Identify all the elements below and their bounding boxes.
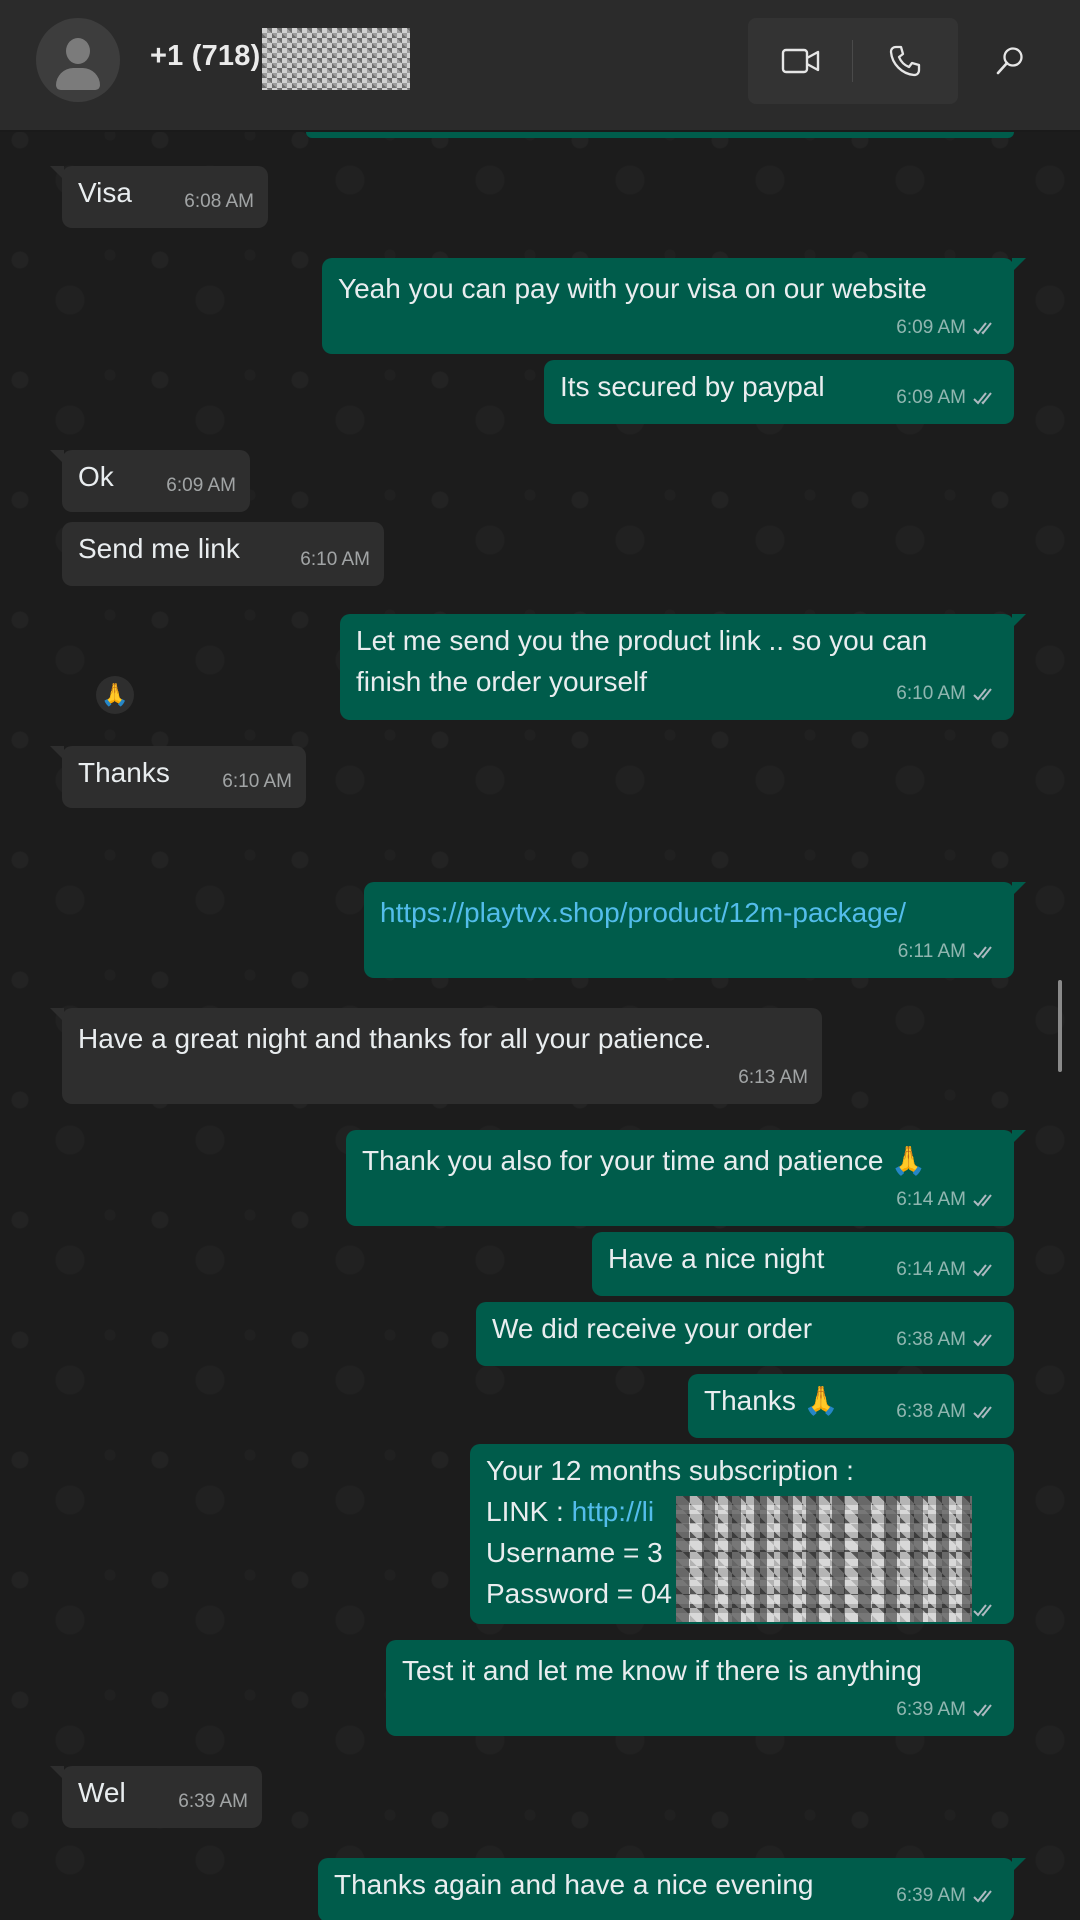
message-meta: 6:09 AM — [166, 465, 236, 506]
product-link[interactable]: https://playtvx.shop/product/12m-package… — [380, 888, 998, 933]
message-incoming[interactable]: Wel 6:39 AM — [50, 1766, 262, 1828]
avatar-body-shape — [56, 68, 100, 90]
message-time: 6:39 AM — [178, 1791, 248, 1812]
message-meta: 6:38 AM — [896, 1391, 1000, 1432]
message-meta: 6:39 AM — [178, 1781, 248, 1822]
message-outgoing[interactable]: Thank you also for your time and patienc… — [346, 1130, 1026, 1226]
double-check-icon — [973, 1703, 992, 1716]
message-meta: 6:14 AM — [896, 1249, 1000, 1290]
message-time: 6:09 AM — [166, 475, 236, 496]
message-outgoing[interactable]: Let me send you the product link .. so y… — [340, 614, 1026, 720]
redacted-credentials — [676, 1496, 972, 1622]
message-incoming[interactable]: Have a great night and thanks for all yo… — [50, 1008, 822, 1104]
message-time: 6:10 AM — [222, 771, 292, 792]
message-outgoing[interactable]: We did receive your order 6:38 AM — [476, 1302, 1014, 1366]
message-meta: 6:39 AM — [896, 1689, 1000, 1730]
message-time: 6:38 AM — [896, 1401, 966, 1422]
call-divider — [852, 40, 853, 82]
message-time: 6:13 AM — [738, 1067, 808, 1088]
scrollbar-thumb[interactable] — [1058, 980, 1062, 1072]
message-outgoing[interactable]: Thanks 🙏 6:38 AM — [688, 1374, 1014, 1438]
message-meta — [972, 1602, 1000, 1618]
call-button-group — [748, 18, 958, 104]
double-check-icon — [973, 1333, 992, 1346]
message-time: 6:10 AM — [300, 549, 370, 570]
chat-window: +1 (718) Visa 6:08 AM Yeah you can pay w… — [0, 0, 1080, 1920]
avatar-head-shape — [66, 38, 90, 64]
message-time: 6:09 AM — [896, 387, 966, 408]
double-check-icon — [973, 1889, 992, 1902]
message-incoming[interactable]: Send me link 6:10 AM — [62, 522, 384, 586]
message-meta: 6:11 AM — [898, 931, 1000, 972]
message-outgoing[interactable]: Have a nice night 6:14 AM — [592, 1232, 1014, 1296]
message-outgoing[interactable]: Its secured by paypal 6:09 AM — [544, 360, 1014, 424]
message-incoming[interactable]: Visa 6:08 AM — [50, 166, 268, 228]
phone-icon — [889, 45, 921, 77]
message-time: 6:14 AM — [896, 1259, 966, 1280]
message-text: Thank you also for your time and patienc… — [362, 1145, 927, 1176]
link-label: LINK : — [486, 1496, 572, 1527]
subscription-line: Your 12 months subscription : — [486, 1455, 854, 1486]
message-meta: 6:09 AM — [896, 377, 1000, 418]
voice-call-button[interactable] — [860, 18, 950, 104]
video-camera-icon — [781, 48, 820, 74]
message-outgoing[interactable]: Yeah you can pay with your visa on our w… — [322, 258, 1026, 354]
message-outgoing[interactable]: Thanks again and have a nice evening 6:3… — [318, 1858, 1026, 1920]
search-icon — [996, 47, 1023, 75]
message-list[interactable]: Visa 6:08 AM Yeah you can pay with your … — [0, 132, 1080, 1920]
avatar[interactable] — [36, 18, 120, 102]
double-check-icon — [973, 1193, 992, 1206]
message-outgoing[interactable]: https://playtvx.shop/product/12m-package… — [364, 882, 1026, 978]
message-meta: 6:38 AM — [896, 1319, 1000, 1360]
double-check-icon — [973, 1604, 992, 1617]
search-button[interactable] — [972, 18, 1048, 104]
message-outgoing[interactable]: Test it and let me know if there is anyt… — [386, 1640, 1014, 1736]
video-call-button[interactable] — [756, 18, 846, 104]
message-meta: 6:10 AM — [222, 761, 292, 802]
message-time: 6:39 AM — [896, 1699, 966, 1720]
message-meta: 6:10 AM — [896, 673, 1000, 714]
chat-header: +1 (718) — [0, 0, 1080, 132]
message-time: 6:38 AM — [896, 1329, 966, 1350]
message-time: 6:39 AM — [896, 1885, 966, 1906]
message-meta: 6:13 AM — [738, 1057, 808, 1098]
message-meta: 6:39 AM — [896, 1875, 1000, 1916]
double-check-icon — [973, 1263, 992, 1276]
double-check-icon — [973, 1405, 992, 1418]
redacted-phone-number — [262, 28, 410, 90]
message-text: Yeah you can pay with your visa on our w… — [338, 273, 927, 304]
reaction-badge[interactable]: 🙏 — [96, 676, 134, 714]
message-time: 6:11 AM — [897, 941, 966, 962]
message-incoming[interactable]: Ok 6:09 AM — [50, 450, 250, 512]
message-text: Have a great night and thanks for all yo… — [78, 1023, 712, 1054]
previous-message-bubble-edge — [306, 132, 1014, 138]
double-check-icon — [973, 391, 992, 404]
subscription-link[interactable]: http://li — [572, 1496, 654, 1527]
message-time: 6:10 AM — [896, 683, 966, 704]
double-check-icon — [973, 321, 992, 334]
message-meta: 6:14 AM — [896, 1179, 1000, 1220]
double-check-icon — [973, 687, 992, 700]
message-time: 6:14 AM — [896, 1189, 966, 1210]
message-meta: 6:08 AM — [184, 181, 254, 222]
message-meta: 6:09 AM — [896, 307, 1000, 348]
message-meta: 6:10 AM — [300, 539, 370, 580]
contact-name[interactable]: +1 (718) — [150, 40, 260, 73]
message-time: 6:09 AM — [896, 317, 966, 338]
double-check-icon — [973, 945, 992, 958]
message-time: 6:08 AM — [184, 191, 254, 212]
message-incoming[interactable]: Thanks 6:10 AM — [50, 746, 306, 808]
message-text: Test it and let me know if there is anyt… — [402, 1655, 922, 1686]
